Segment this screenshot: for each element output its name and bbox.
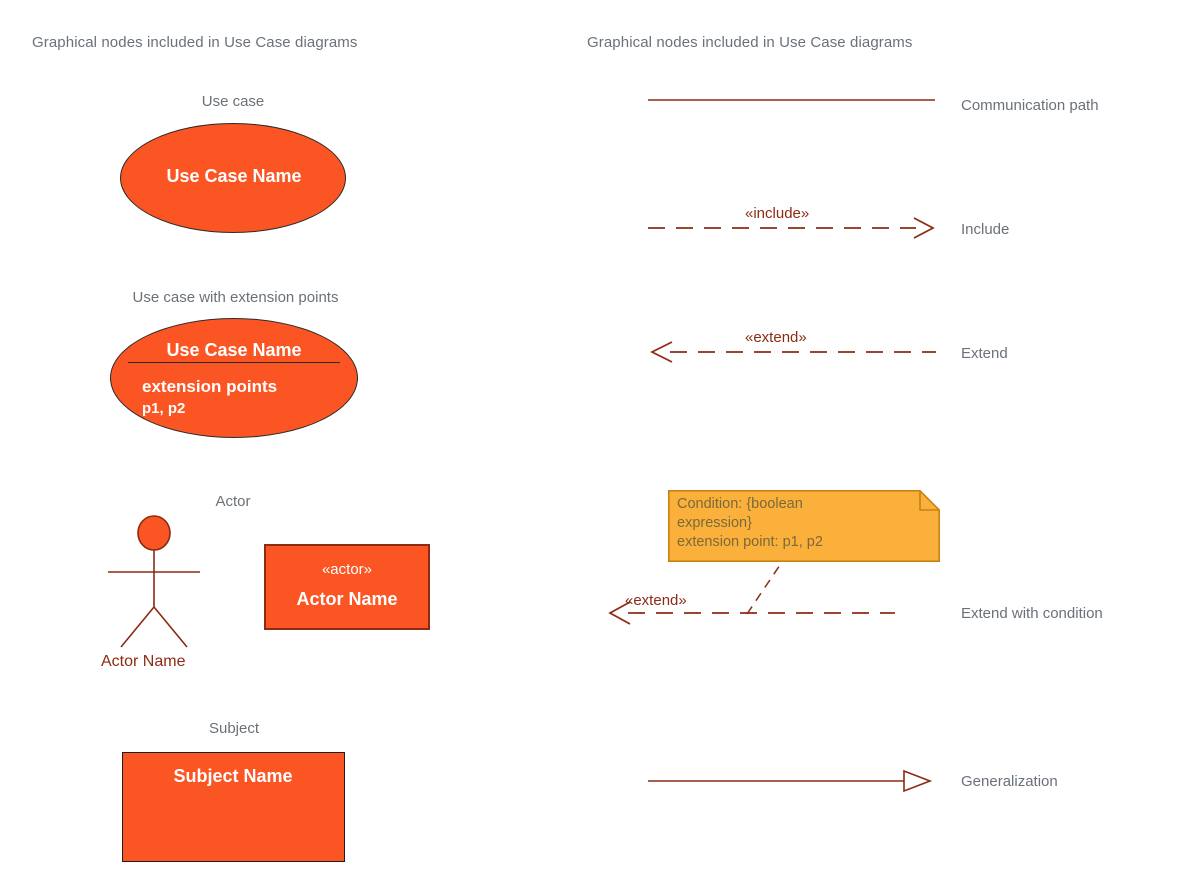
generalization-arrow-svg: [648, 769, 933, 793]
communication-path-label: Communication path: [961, 97, 1099, 114]
caption-use-case: Use case: [201, 93, 265, 110]
actor-box-name-label: Actor Name: [296, 589, 398, 609]
generalization-label: Generalization: [961, 773, 1058, 790]
include-connector[interactable]: [648, 216, 938, 240]
actor-stick-figure-label: Actor Name: [101, 653, 186, 670]
actor-class-box[interactable]: «actor» Actor Name: [264, 544, 430, 630]
actor-stick-figure-svg: [108, 515, 200, 648]
subject-box[interactable]: Subject Name: [122, 752, 345, 862]
communication-path-svg: [648, 99, 935, 101]
generalization-connector[interactable]: [648, 768, 938, 794]
extension-points-title-label: extension points: [142, 377, 278, 396]
condition-note-line-1: Condition: {boolean: [677, 496, 803, 512]
extend-with-condition-label: Extend with condition: [961, 605, 1103, 622]
extend-arrow-svg: [650, 341, 936, 363]
actor-box-stereotype-label: «actor»: [321, 561, 373, 578]
extend-with-condition-connector[interactable]: [600, 556, 910, 626]
include-arrow-svg: [648, 217, 935, 239]
caption-use-case-extension-points: Use case with extension points: [132, 289, 339, 306]
extend-label: Extend: [961, 345, 1008, 362]
use-case-name-label: Use Case Name: [166, 166, 302, 186]
right-column-heading: Graphical nodes included in Use Case dia…: [587, 34, 913, 51]
extend-with-condition-arrow-svg: [608, 561, 895, 625]
left-column-heading: Graphical nodes included in Use Case dia…: [32, 34, 358, 51]
condition-note-line-3: extension point: p1, p2: [677, 534, 823, 550]
caption-actor: Actor: [215, 493, 251, 510]
use-case-ellipse[interactable]: Use Case Name: [120, 123, 346, 233]
subject-name-label: Subject Name: [173, 766, 293, 786]
communication-path-connector[interactable]: [648, 88, 938, 112]
extend-connector[interactable]: [648, 340, 938, 364]
compartment-divider: [128, 362, 340, 363]
include-label: Include: [961, 221, 1010, 238]
extension-points-values-label: p1, p2: [142, 400, 186, 417]
caption-subject: Subject: [208, 720, 260, 737]
condition-note[interactable]: Condition: {boolean expression} extensio…: [668, 490, 940, 562]
use-case-extension-ellipse[interactable]: Use Case Name extension points p1, p2: [110, 318, 358, 438]
use-case-extension-name-label: Use Case Name: [166, 340, 302, 360]
condition-note-line-2: expression}: [677, 515, 752, 531]
actor-stick-figure[interactable]: [95, 512, 220, 652]
